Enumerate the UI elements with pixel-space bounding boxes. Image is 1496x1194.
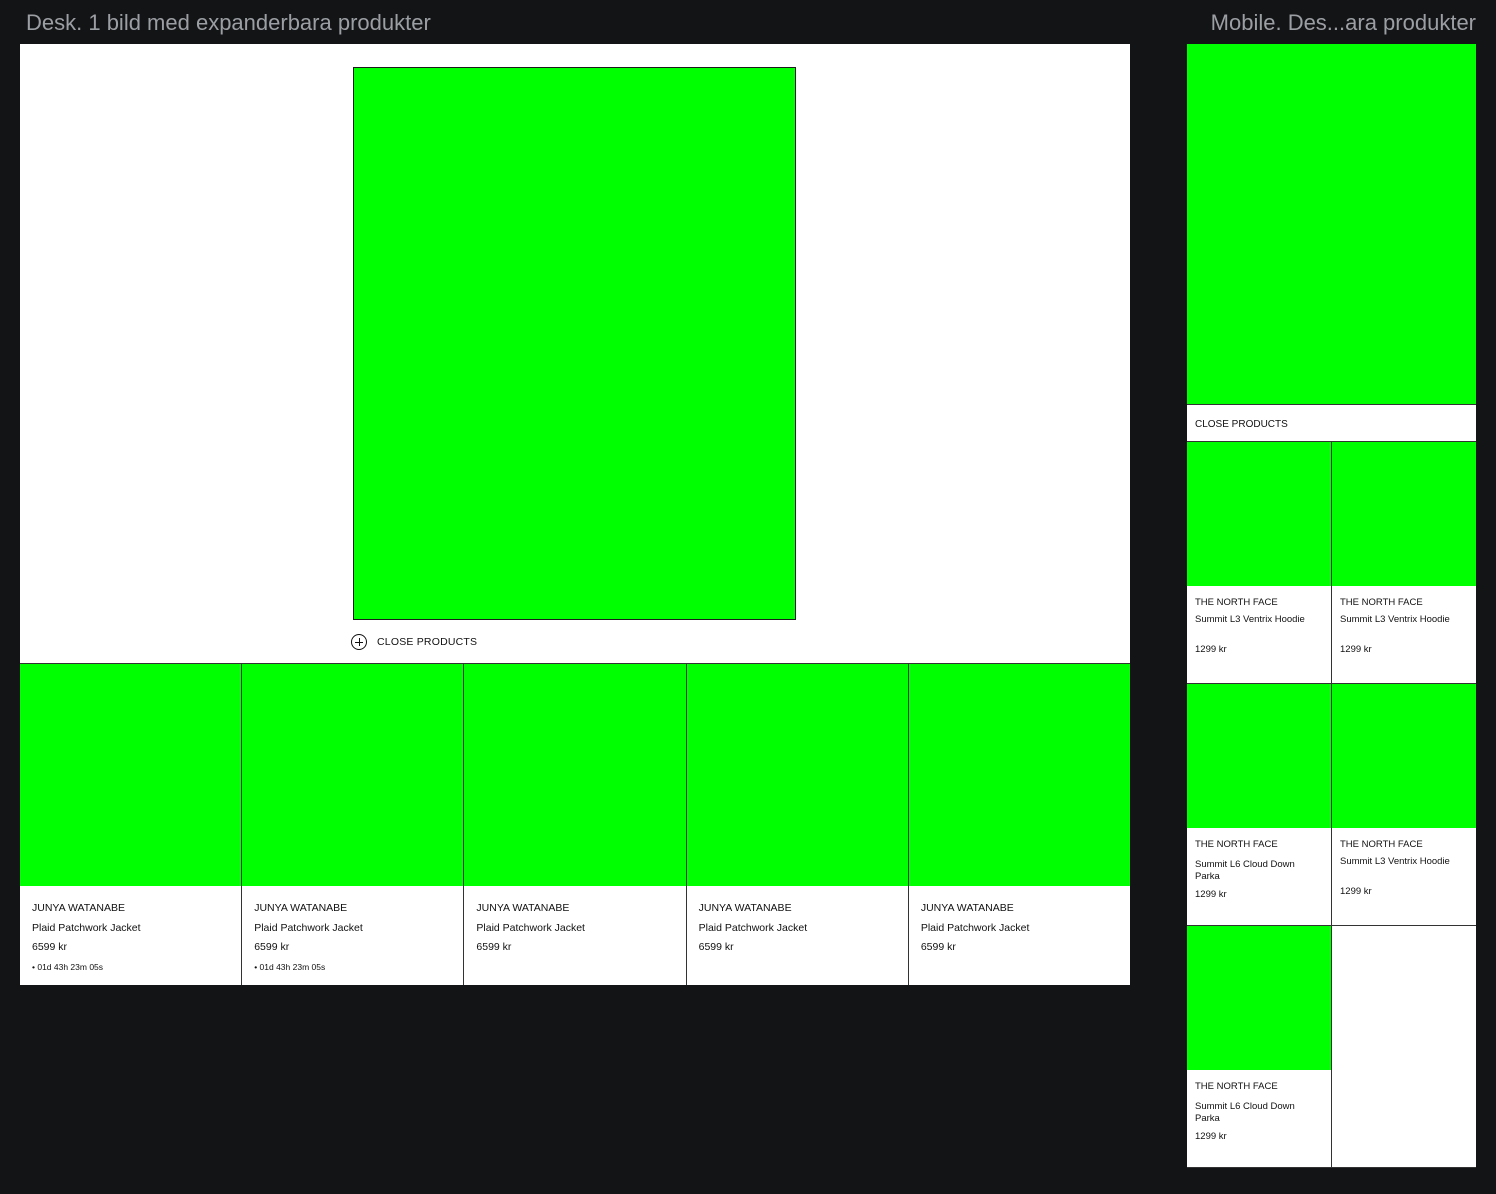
product-image-placeholder bbox=[1332, 442, 1476, 586]
product-brand: THE NORTH FACE bbox=[1340, 839, 1423, 850]
product-brand: JUNYA WATANABE bbox=[254, 902, 348, 914]
product-name: Summit L3 Ventrix Hoodie bbox=[1195, 614, 1305, 625]
product-price: 6599 kr bbox=[32, 941, 68, 953]
product-image-placeholder bbox=[1187, 684, 1331, 828]
product-card[interactable]: JUNYA WATANABE Plaid Patchwork Jacket 65… bbox=[907, 664, 1131, 985]
mobile-frame-label: Mobile. Des...ara produkter bbox=[1210, 10, 1476, 35]
product-brand: THE NORTH FACE bbox=[1195, 597, 1278, 608]
product-card[interactable]: THE NORTH FACE Summit L3 Ventrix Hoodie … bbox=[1187, 442, 1332, 684]
product-name: Summit L6 Cloud Down Parka bbox=[1195, 859, 1295, 882]
product-brand: THE NORTH FACE bbox=[1195, 839, 1278, 850]
product-image-placeholder bbox=[1187, 442, 1331, 586]
hero-image-placeholder[interactable] bbox=[1187, 44, 1476, 405]
product-price: 6599 kr bbox=[254, 941, 290, 953]
product-brand: JUNYA WATANABE bbox=[476, 902, 570, 914]
product-price: 1299 kr bbox=[1340, 886, 1372, 897]
close-products-button[interactable]: CLOSE PRODUCTS bbox=[351, 634, 477, 650]
product-countdown: • 01d 43h 23m 05s bbox=[32, 962, 104, 972]
product-image-placeholder bbox=[20, 664, 242, 886]
product-name: Plaid Patchwork Jacket bbox=[32, 922, 141, 934]
empty-grid-cell bbox=[1332, 926, 1476, 1168]
product-name: Plaid Patchwork Jacket bbox=[920, 922, 1030, 934]
product-card[interactable]: THE NORTH FACE Summit L3 Ventrix Hoodie … bbox=[1332, 442, 1476, 684]
product-countdown: • 01d 43h 23m 05s bbox=[254, 962, 326, 972]
product-name: Summit L3 Ventrix Hoodie bbox=[1340, 614, 1450, 625]
product-price: 1299 kr bbox=[1195, 644, 1227, 655]
desktop-frame-label: Desk. 1 bild med expanderbara produkter bbox=[26, 10, 431, 35]
product-name: Summit L3 Ventrix Hoodie bbox=[1340, 856, 1450, 867]
product-image-placeholder bbox=[242, 664, 464, 886]
product-image-placeholder bbox=[1332, 684, 1476, 828]
product-brand: JUNYA WATANABE bbox=[920, 902, 1014, 914]
product-card[interactable]: JUNYA WATANABE Plaid Patchwork Jacket 65… bbox=[20, 664, 242, 985]
mobile-product-grid: THE NORTH FACE Summit L3 Ventrix Hoodie … bbox=[1187, 442, 1476, 1168]
product-card[interactable]: JUNYA WATANABE Plaid Patchwork Jacket 65… bbox=[685, 664, 908, 985]
close-products-label: CLOSE PRODUCTS bbox=[1195, 419, 1288, 430]
product-card[interactable]: JUNYA WATANABE Plaid Patchwork Jacket 65… bbox=[241, 664, 464, 985]
product-brand: THE NORTH FACE bbox=[1340, 597, 1423, 608]
product-image-placeholder bbox=[464, 664, 686, 886]
product-card[interactable]: THE NORTH FACE Summit L6 Cloud Down Park… bbox=[1187, 684, 1332, 926]
desktop-product-grid: JUNYA WATANABE Plaid Patchwork Jacket 65… bbox=[20, 663, 1131, 985]
hero-image-placeholder[interactable] bbox=[353, 67, 796, 620]
product-image-placeholder bbox=[908, 664, 1131, 886]
product-brand: JUNYA WATANABE bbox=[32, 902, 125, 914]
product-name: Summit L6 Cloud Down Parka bbox=[1195, 1101, 1295, 1124]
mobile-frame: CLOSE PRODUCTS THE NORTH FACE Summit L3 … bbox=[1187, 44, 1476, 1168]
close-products-label: CLOSE PRODUCTS bbox=[377, 636, 478, 648]
product-price: 6599 kr bbox=[698, 941, 734, 953]
product-brand: JUNYA WATANABE bbox=[698, 902, 792, 914]
circle-plus-icon bbox=[351, 634, 367, 650]
product-name: Plaid Patchwork Jacket bbox=[476, 922, 585, 934]
desktop-frame: CLOSE PRODUCTS JUNYA WATANABE Plaid Patc… bbox=[20, 44, 1131, 985]
product-card[interactable]: JUNYA WATANABE Plaid Patchwork Jacket 65… bbox=[463, 664, 686, 985]
product-price: 6599 kr bbox=[476, 941, 512, 953]
product-price: 1299 kr bbox=[1195, 1131, 1227, 1142]
product-card[interactable]: THE NORTH FACE Summit L3 Ventrix Hoodie … bbox=[1332, 684, 1476, 926]
product-price: 6599 kr bbox=[920, 941, 956, 953]
product-brand: THE NORTH FACE bbox=[1195, 1081, 1278, 1092]
product-name: Plaid Patchwork Jacket bbox=[254, 922, 363, 934]
close-products-button[interactable]: CLOSE PRODUCTS bbox=[1187, 405, 1476, 442]
product-card[interactable]: THE NORTH FACE Summit L6 Cloud Down Park… bbox=[1187, 926, 1332, 1168]
product-image-placeholder bbox=[1187, 926, 1331, 1070]
product-price: 1299 kr bbox=[1195, 889, 1227, 900]
product-price: 1299 kr bbox=[1340, 644, 1372, 655]
product-image-placeholder bbox=[686, 664, 908, 886]
product-name: Plaid Patchwork Jacket bbox=[698, 922, 808, 934]
